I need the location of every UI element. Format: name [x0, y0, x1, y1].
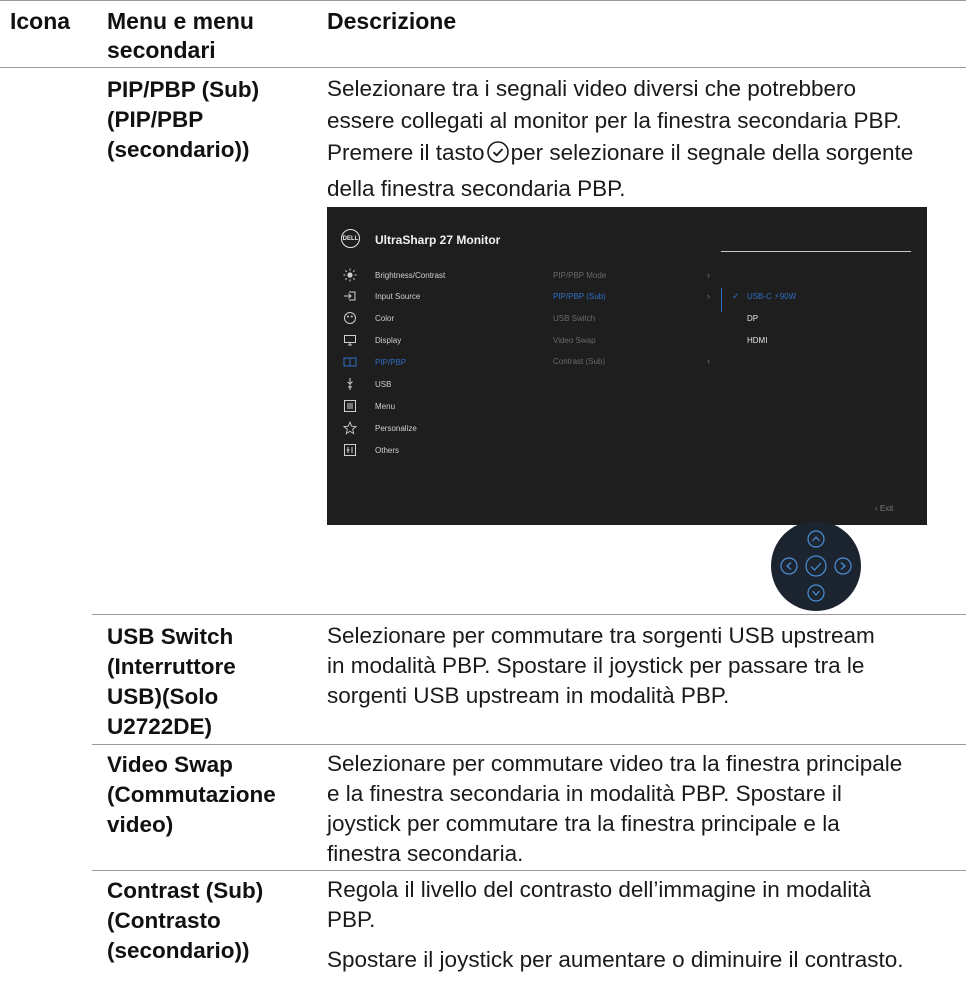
- menu-line: (Interruttore: [107, 654, 236, 679]
- osd-menu-label: Personalize: [375, 424, 417, 433]
- desc-line: essere collegati al monitor per la fines…: [327, 108, 902, 133]
- menu-line: (Commutazione: [107, 782, 276, 807]
- header-description: Descrizione: [327, 8, 457, 34]
- input-source-icon: [343, 289, 357, 303]
- row-rule: [92, 870, 966, 871]
- menu-line: (PIP/PBP: [107, 107, 204, 132]
- row-menu-pip-pbp-sub: PIP/PBP (Sub) (PIP/PBP (secondario)): [107, 75, 259, 165]
- menu-line: (Contrasto: [107, 908, 221, 933]
- row-menu-contrast-sub: Contrast (Sub) (Contrasto (secondario)): [107, 876, 263, 966]
- table-top-rule: [0, 0, 966, 1]
- menu-line: Contrast (Sub): [107, 878, 264, 903]
- osd-menu-label: PIP/PBP: [375, 358, 407, 367]
- desc-line: Selezionare tra i segnali video diversi …: [327, 76, 857, 101]
- others-icon: [343, 443, 357, 457]
- chevron-right-icon: ›: [707, 291, 710, 301]
- menu-line: USB Switch: [107, 624, 234, 649]
- display-icon: [343, 333, 357, 347]
- desc-line: sorgenti USB upstream in modalità PBP.: [327, 683, 730, 708]
- row-desc-pip-pbp-sub: Selezionare tra i segnali video diversi …: [327, 73, 966, 205]
- check-icon: ✓: [732, 291, 740, 301]
- color-icon: [343, 311, 357, 325]
- menu-line: (secondario)): [107, 137, 250, 162]
- desc-pre-icon: Premere il tasto: [327, 140, 485, 165]
- desc-line: della finestra secondaria PBP.: [327, 176, 626, 201]
- row-desc-video-swap: Selezionare per commutare video tra la f…: [327, 749, 966, 869]
- osd-screenshot: DELL UltraSharp 27 Monitor Brightness/Co…: [327, 207, 927, 525]
- header-icon: Icona: [10, 8, 71, 34]
- osd-submenu-video-swap[interactable]: Video Swap: [553, 336, 596, 345]
- menu-line: Video Swap: [107, 752, 233, 777]
- joystick-check-icon: [486, 140, 510, 173]
- desc-line: Selezionare per commutare tra sorgenti U…: [327, 623, 875, 648]
- desc-line: finestra secondaria.: [327, 841, 524, 866]
- header-menu-line1: Menu e menu: [107, 8, 254, 34]
- menu-line: (secondario)): [107, 938, 250, 963]
- osd-menu-label: Brightness/Contrast: [375, 271, 446, 280]
- desc-line: Premere il tasto per selezionare il segna…: [327, 137, 966, 173]
- options-selection-bar: [721, 288, 722, 312]
- menu-line: PIP/PBP (Sub): [107, 77, 260, 102]
- desc-line: PBP.: [327, 907, 376, 932]
- osd-menu-label: Input Source: [375, 292, 421, 301]
- osd-submenu-contrast-sub[interactable]: Contrast (Sub): [553, 357, 605, 366]
- joystick-arrows-icon: [780, 530, 852, 602]
- osd-menu-label: USB: [375, 380, 392, 389]
- desc-line: joystick per commutare tra la finestra p…: [327, 811, 840, 836]
- osd-submenu-pip-pbp-mode[interactable]: PIP/PBP Mode: [553, 271, 606, 280]
- dell-logo: DELL: [341, 229, 360, 248]
- pip-pbp-icon: [343, 355, 357, 369]
- desc-post-icon: per selezionare il segnale della sorgent…: [510, 140, 914, 165]
- osd-menu-label: Menu: [375, 402, 396, 411]
- menu-line: video): [107, 812, 174, 837]
- osd-title: UltraSharp 27 Monitor: [375, 233, 501, 247]
- desc-line: Spostare il joystick per aumentare o dim…: [327, 947, 904, 972]
- row-rule: [92, 744, 966, 745]
- osd-title-rule: [721, 251, 911, 252]
- header-rule: [0, 67, 966, 68]
- osd-exit-button[interactable]: ‹ Exit: [875, 504, 893, 513]
- osd-submenu-usb-switch[interactable]: USB Switch: [553, 314, 595, 323]
- desc-line: e la finestra secondaria in modalità PBP…: [327, 781, 842, 806]
- row-rule: [92, 614, 966, 615]
- header-menu: Menu e menu secondari: [107, 7, 254, 65]
- row-desc-usb-switch: Selezionare per commutare tra sorgenti U…: [327, 621, 966, 711]
- joystick-diagram: [771, 521, 861, 611]
- menu-line: USB)(Solo: [107, 684, 219, 709]
- osd-option-hdmi[interactable]: HDMI: [747, 336, 767, 345]
- osd-menu-label: Color: [375, 314, 395, 323]
- desc-line: in modalità PBP. Spostare il joystick pe…: [327, 653, 865, 678]
- desc-line: Selezionare per commutare video tra la f…: [327, 751, 903, 776]
- desc-line: Regola il livello del contrasto dell’imm…: [327, 877, 872, 902]
- menu-line: U2722DE): [107, 714, 213, 739]
- osd-menu-label: Display: [375, 336, 402, 345]
- header-menu-line2: secondari: [107, 37, 216, 63]
- row-desc-contrast-sub: Regola il livello del contrasto dell’imm…: [327, 875, 966, 975]
- osd-submenu-pip-pbp-sub[interactable]: PIP/PBP (Sub): [553, 292, 606, 301]
- chevron-right-icon: ›: [707, 270, 710, 280]
- brightness-icon: [343, 268, 357, 282]
- star-icon: [342, 421, 358, 435]
- usb-icon: [343, 377, 357, 391]
- osd-option-dp[interactable]: DP: [747, 314, 758, 323]
- row-menu-usb-switch: USB Switch (Interruttore USB)(Solo U2722…: [107, 622, 236, 742]
- menu-icon: [343, 399, 357, 413]
- osd-menu-label: Others: [375, 446, 400, 455]
- chevron-right-icon: ›: [707, 356, 710, 366]
- row-menu-video-swap: Video Swap (Commutazione video): [107, 750, 276, 840]
- osd-option-usb-c[interactable]: USB-C ⚡90W: [747, 292, 796, 301]
